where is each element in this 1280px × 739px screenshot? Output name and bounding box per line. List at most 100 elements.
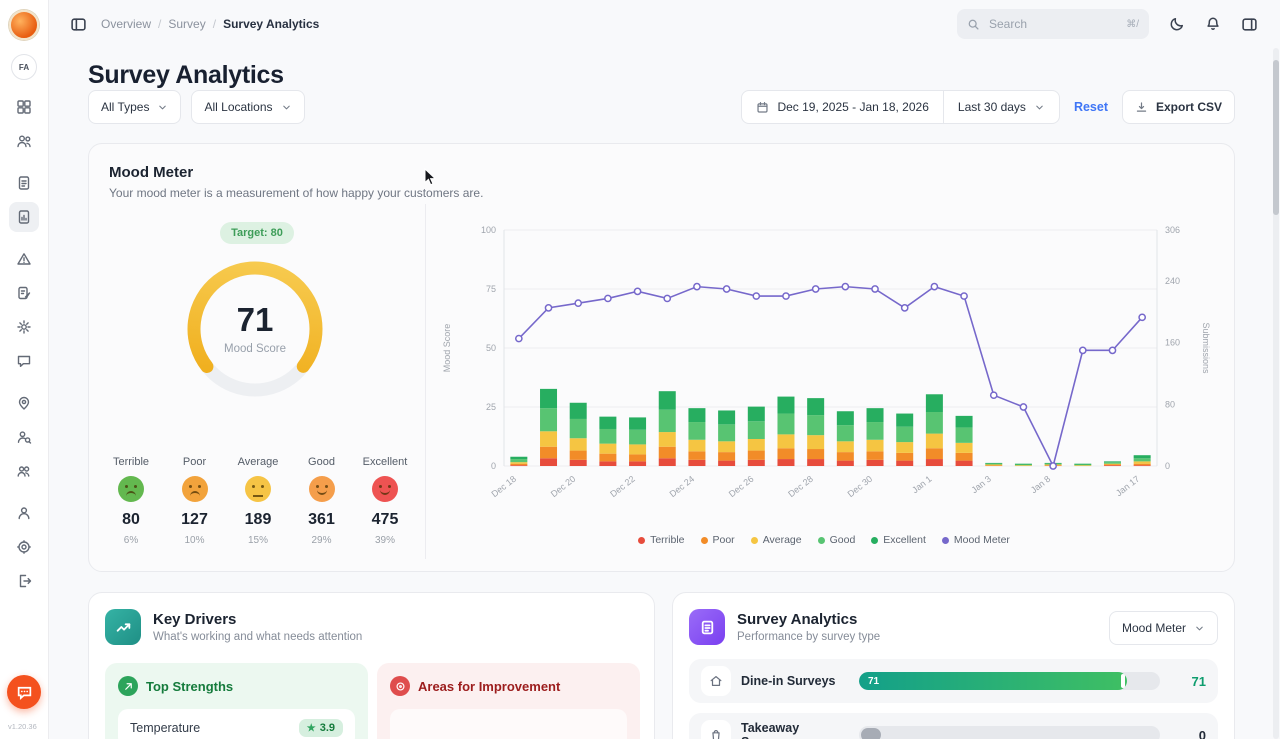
svg-text:0: 0 [1165, 461, 1170, 471]
trend-up-icon [118, 676, 138, 696]
svg-text:Dec 22: Dec 22 [608, 474, 637, 499]
legend-item-excellent[interactable]: Excellent [871, 534, 926, 546]
sidebar-item-feedback[interactable] [9, 346, 39, 376]
sidebar-item-teams[interactable] [9, 456, 39, 486]
location-filter-select[interactable]: All Locations [191, 90, 304, 124]
metric-select-value: Mood Meter [1122, 621, 1186, 635]
user-icon [16, 505, 32, 521]
chevron-down-icon [1034, 102, 1045, 113]
sidebar-item-settings[interactable] [9, 532, 39, 562]
legend-dot [638, 537, 645, 544]
calendar-icon [756, 101, 769, 114]
no-weaknesses-message: No critical weaknesses found. Great job! [390, 709, 627, 739]
survey-analytics-card-icon [689, 609, 725, 645]
svg-text:160: 160 [1165, 338, 1180, 348]
mood-chart-section: 0255075100080160240306Mood ScoreSubmissi… [425, 204, 1222, 559]
legend-item-poor[interactable]: Poor [701, 534, 735, 546]
export-csv-label: Export CSV [1156, 100, 1222, 114]
key-drivers-subtitle: What's working and what needs attention [153, 631, 362, 643]
legend-item-good[interactable]: Good [818, 534, 856, 546]
sidebar-item-locations[interactable] [9, 388, 39, 418]
reset-filters-button[interactable]: Reset [1074, 100, 1108, 114]
star-icon: ★ [307, 723, 316, 734]
svg-text:Jan 3: Jan 3 [969, 474, 993, 495]
legend-dot [751, 537, 758, 544]
date-preset-select[interactable]: Last 30 days [944, 100, 1059, 114]
sidebar-item-dashboard[interactable] [9, 92, 39, 122]
mood-score-label: Mood Score [224, 343, 286, 355]
sidebar-item-forms[interactable] [9, 278, 39, 308]
users-icon [16, 133, 32, 149]
mood-gauge: 71 Mood Score [180, 254, 330, 404]
areas-improvement-panel: Areas for Improvement No critical weakne… [377, 663, 640, 739]
app-logo[interactable] [9, 10, 39, 40]
breadcrumb-overview[interactable]: Overview [101, 17, 151, 31]
layout-panel-icon [1241, 16, 1258, 33]
scrollbar-thumb[interactable] [1273, 60, 1279, 215]
sidebar-item-users[interactable] [9, 126, 39, 156]
form-edit-icon [16, 285, 32, 301]
sidebar-item-survey-analytics[interactable] [9, 202, 39, 232]
sidebar: FA v1.20.36 [0, 0, 49, 739]
svg-text:50: 50 [486, 343, 496, 353]
mood-level-good: Good36129% [292, 456, 352, 546]
key-drivers-icon [105, 609, 141, 645]
legend-item-average[interactable]: Average [751, 534, 802, 546]
search-shortcut: ⌘/ [1126, 19, 1139, 30]
notifications-button[interactable] [1205, 16, 1221, 32]
legend-item-mood-meter[interactable]: Mood Meter [942, 534, 1010, 546]
sidebar-item-integrations[interactable] [9, 312, 39, 342]
breadcrumb-survey[interactable]: Survey [168, 17, 205, 31]
date-range-control: Dec 19, 2025 - Jan 18, 2026 Last 30 days [741, 90, 1060, 124]
export-csv-button[interactable]: Export CSV [1122, 90, 1235, 124]
survey-type-row[interactable]: Dine-in Surveys7171 [689, 659, 1218, 703]
gear-icon [16, 539, 32, 555]
bell-icon [1205, 16, 1221, 32]
search-box[interactable]: ⌘/ [957, 9, 1149, 39]
mood-level-average: Average18915% [228, 456, 288, 546]
legend-dot [871, 537, 878, 544]
type-filter-value: All Types [101, 100, 149, 114]
sidebar-item-customer-search[interactable] [9, 422, 39, 452]
top-strengths-panel: Top Strengths Temperature ★3.9 [105, 663, 368, 739]
legend-item-terrible[interactable]: Terrible [638, 534, 684, 546]
sidebar-item-account[interactable] [9, 498, 39, 528]
metric-select[interactable]: Mood Meter [1109, 611, 1218, 645]
chevron-down-icon [281, 102, 292, 113]
search-input[interactable] [987, 16, 1119, 32]
strength-score-badge: ★3.9 [299, 719, 343, 737]
sidebar-item-documents[interactable] [9, 168, 39, 198]
legend-dot [701, 537, 708, 544]
mood-gauge-section: Target: 80 71 Mood Score [89, 204, 425, 571]
user-search-icon [16, 429, 32, 445]
survey-analytics-subtitle: Performance by survey type [737, 631, 880, 643]
sidebar-toggle-button[interactable] [70, 16, 87, 33]
layout-panel-button[interactable] [1241, 16, 1258, 33]
legend-dot [818, 537, 825, 544]
topbar: Overview / Survey / Survey Analytics ⌘/ [48, 0, 1280, 48]
svg-text:Mood Score: Mood Score [442, 324, 452, 373]
breadcrumb: Overview / Survey / Survey Analytics [101, 17, 319, 31]
top-strengths-title: Top Strengths [146, 679, 233, 694]
map-pin-icon [16, 395, 32, 411]
survey-type-row[interactable]: Takeaway Surveys0 [689, 713, 1218, 739]
sidebar-item-logout[interactable] [9, 566, 39, 596]
sidebar-item-alerts[interactable] [9, 244, 39, 274]
svg-text:240: 240 [1165, 276, 1180, 286]
team-settings-icon [16, 463, 32, 479]
sidebar-toggle-icon [70, 16, 87, 33]
chevron-down-icon [1194, 623, 1205, 634]
support-chat-button[interactable] [7, 675, 41, 709]
workspace-avatar[interactable]: FA [11, 54, 37, 80]
date-range-picker[interactable]: Dec 19, 2025 - Jan 18, 2026 [742, 100, 942, 114]
svg-text:Jan 8: Jan 8 [1029, 474, 1053, 495]
chat-bubble-icon [16, 353, 32, 369]
dashboard-icon [16, 99, 32, 115]
dark-mode-button[interactable] [1169, 16, 1185, 32]
filter-row: All Types All Locations Dec 19, 2025 - J… [88, 90, 1235, 126]
svg-text:25: 25 [486, 402, 496, 412]
type-filter-select[interactable]: All Types [88, 90, 181, 124]
svg-text:75: 75 [486, 284, 496, 294]
strength-item[interactable]: Temperature ★3.9 [118, 709, 355, 739]
bag-icon [701, 720, 731, 739]
